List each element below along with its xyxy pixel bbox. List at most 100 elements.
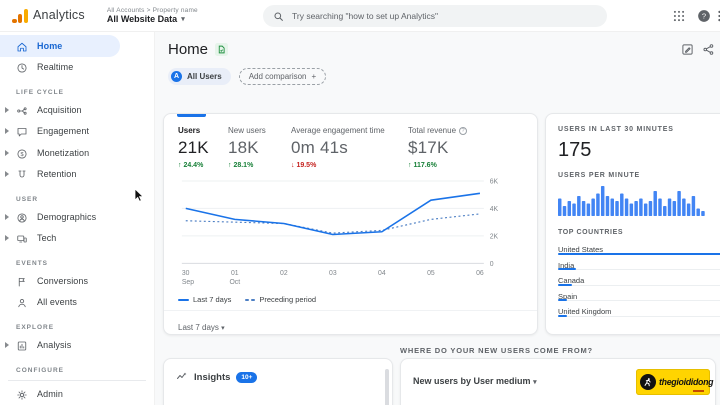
add-comparison-button[interactable]: Add comparison + bbox=[239, 68, 326, 85]
sidebar-item-demographics[interactable]: Demographics bbox=[0, 206, 154, 228]
insights-count-badge: 10+ bbox=[236, 372, 257, 383]
help-icon[interactable]: ? bbox=[697, 9, 711, 23]
add-comparison-label: Add comparison bbox=[249, 72, 307, 81]
watermark: thegioididong bbox=[636, 369, 710, 395]
sidebar-item-label: Retention bbox=[37, 169, 76, 179]
svg-text:?: ? bbox=[702, 12, 706, 21]
country-row-spain: Spain5 bbox=[558, 286, 720, 302]
per-minute-label: USERS PER MINUTE bbox=[558, 172, 720, 179]
metric-tab-new-users[interactable]: New users18K↑ 28.1% bbox=[228, 126, 291, 169]
sidebar-item-analysis[interactable]: Analysis bbox=[0, 334, 154, 356]
chevron-right-icon bbox=[5, 128, 9, 134]
metric-label: Total revenue? bbox=[408, 126, 538, 135]
search-input[interactable]: Try searching "how to set up Analytics" bbox=[263, 5, 607, 27]
country-row-united-kingdom: United Kingdom4 bbox=[558, 301, 720, 317]
overview-card: Users 21K ↑ 24.4%New users18K↑ 28.1%Averag… bbox=[163, 113, 538, 335]
sidebar-item-label: Engagement bbox=[37, 126, 89, 136]
sidebar-item-retention[interactable]: Retention bbox=[0, 164, 154, 186]
sidebar-nav: HomeRealtimeLIFE CYCLEAcquisitionEngagem… bbox=[0, 32, 155, 405]
property-switcher[interactable]: All Accounts > Property name All Website… bbox=[107, 7, 198, 24]
sidebar-item-label: Admin bbox=[37, 389, 63, 399]
page-title: Home bbox=[168, 41, 228, 58]
users-trend-chart: 02K4K6K30Sep01Oct0203040506 bbox=[174, 172, 527, 290]
sidebar-item-admin[interactable]: Admin bbox=[0, 384, 154, 405]
sidebar-item-realtime[interactable]: Realtime bbox=[0, 57, 154, 79]
sidebar-item-label: All events bbox=[37, 297, 77, 307]
acquisition-icon bbox=[16, 104, 28, 116]
sidebar-item-label: Home bbox=[37, 41, 62, 51]
watermark-text: thegioididong bbox=[659, 377, 713, 387]
customize-icon[interactable] bbox=[681, 43, 694, 56]
logo-text: Analytics bbox=[33, 8, 85, 23]
all-users-label: All Users bbox=[187, 72, 222, 81]
new-users-dimension-dropdown[interactable]: New users by User medium ▾ bbox=[413, 376, 537, 386]
sidebar-item-all-events[interactable]: All events bbox=[0, 292, 154, 314]
svg-text:05: 05 bbox=[427, 270, 435, 277]
metric-label: New users bbox=[228, 126, 291, 135]
engagement-icon bbox=[16, 125, 28, 137]
sidebar-item-label: Monetization bbox=[37, 148, 89, 158]
watermark-logo-icon bbox=[640, 374, 656, 390]
tech-icon bbox=[16, 232, 28, 244]
share-icon[interactable] bbox=[702, 43, 715, 56]
scrollbar[interactable] bbox=[385, 369, 389, 405]
metric-tab-average-engagement-time[interactable]: Average engagement time0m 41s↓ 19.5% bbox=[291, 126, 408, 169]
solid-line-swatch bbox=[178, 299, 189, 301]
top-countries-label: TOP COUNTRIES bbox=[558, 229, 623, 236]
apps-grid-icon[interactable] bbox=[672, 9, 686, 23]
country-row-united-states: United States107 bbox=[558, 239, 720, 255]
metric-tab-total-revenue[interactable]: Total revenue?$17K↑ 117.6% bbox=[408, 126, 538, 169]
chart-legend: Last 7 days Preceding period bbox=[178, 295, 316, 304]
users-per-minute-chart bbox=[558, 184, 720, 221]
svg-text:04: 04 bbox=[378, 270, 386, 277]
svg-text:Sep: Sep bbox=[182, 279, 194, 286]
sidebar-item-label: Realtime bbox=[37, 62, 73, 72]
chevron-right-icon bbox=[5, 235, 9, 241]
metric-value: 21K bbox=[178, 138, 228, 158]
countries-header: TOP COUNTRIES USERS bbox=[558, 229, 720, 239]
sidebar-item-tech[interactable]: Tech bbox=[0, 228, 154, 250]
metric-value: 0m 41s bbox=[291, 138, 408, 158]
kebab-menu-icon[interactable] bbox=[716, 9, 720, 23]
analytics-app: Analytics All Accounts > Property name A… bbox=[0, 0, 720, 405]
sidebar-section-explore: EXPLORE bbox=[0, 313, 154, 334]
sidebar-item-label: Analysis bbox=[37, 340, 71, 350]
svg-text:6K: 6K bbox=[490, 178, 499, 185]
sidebar-item-label: Conversions bbox=[37, 276, 88, 286]
retention-icon bbox=[16, 168, 28, 180]
chevron-down-icon: ▾ bbox=[181, 15, 185, 23]
metric-tab-users[interactable]: Users 21K ↑ 24.4% bbox=[178, 126, 228, 169]
report-doc-icon bbox=[215, 43, 228, 56]
sidebar-item-label: Acquisition bbox=[37, 105, 82, 115]
info-icon: ? bbox=[459, 127, 467, 135]
sidebar-item-engagement[interactable]: Engagement bbox=[0, 121, 154, 143]
all-users-chip[interactable]: A All Users bbox=[168, 68, 231, 85]
svg-text:02: 02 bbox=[280, 270, 288, 277]
insights-header[interactable]: Insights 10+ bbox=[164, 359, 392, 383]
home-icon bbox=[16, 40, 28, 52]
search-icon bbox=[273, 11, 284, 22]
metric-label: Users bbox=[178, 126, 228, 135]
svg-text:0: 0 bbox=[490, 261, 494, 268]
chevron-right-icon bbox=[5, 214, 9, 220]
metric-value: $17K bbox=[408, 138, 538, 158]
metrics-row: Users 21K ↑ 24.4%New users18K↑ 28.1%Averag… bbox=[178, 126, 538, 169]
insights-card: Insights 10+ bbox=[163, 358, 393, 405]
insights-icon bbox=[176, 371, 188, 383]
analysis-icon bbox=[16, 339, 28, 351]
metric-delta: ↑ 24.4% bbox=[178, 162, 228, 169]
person-icon bbox=[16, 296, 28, 308]
sidebar-item-monetization[interactable]: $ Monetization bbox=[0, 142, 154, 164]
demographics-icon bbox=[16, 211, 28, 223]
svg-text:4K: 4K bbox=[490, 206, 499, 213]
sidebar-item-acquisition[interactable]: Acquisition bbox=[0, 99, 154, 121]
chevron-right-icon bbox=[5, 107, 9, 113]
period-selector[interactable]: Last 7 days ▾ bbox=[178, 323, 225, 332]
country-row-india: India11 bbox=[558, 255, 720, 271]
svg-text:$: $ bbox=[20, 152, 23, 158]
sidebar-item-conversions[interactable]: Conversions bbox=[0, 270, 154, 292]
plus-icon: + bbox=[312, 72, 317, 81]
sidebar-item-home[interactable]: Home bbox=[0, 35, 120, 57]
comparison-chips: A All Users Add comparison + bbox=[168, 68, 326, 85]
analytics-logo[interactable]: Analytics bbox=[0, 8, 95, 23]
